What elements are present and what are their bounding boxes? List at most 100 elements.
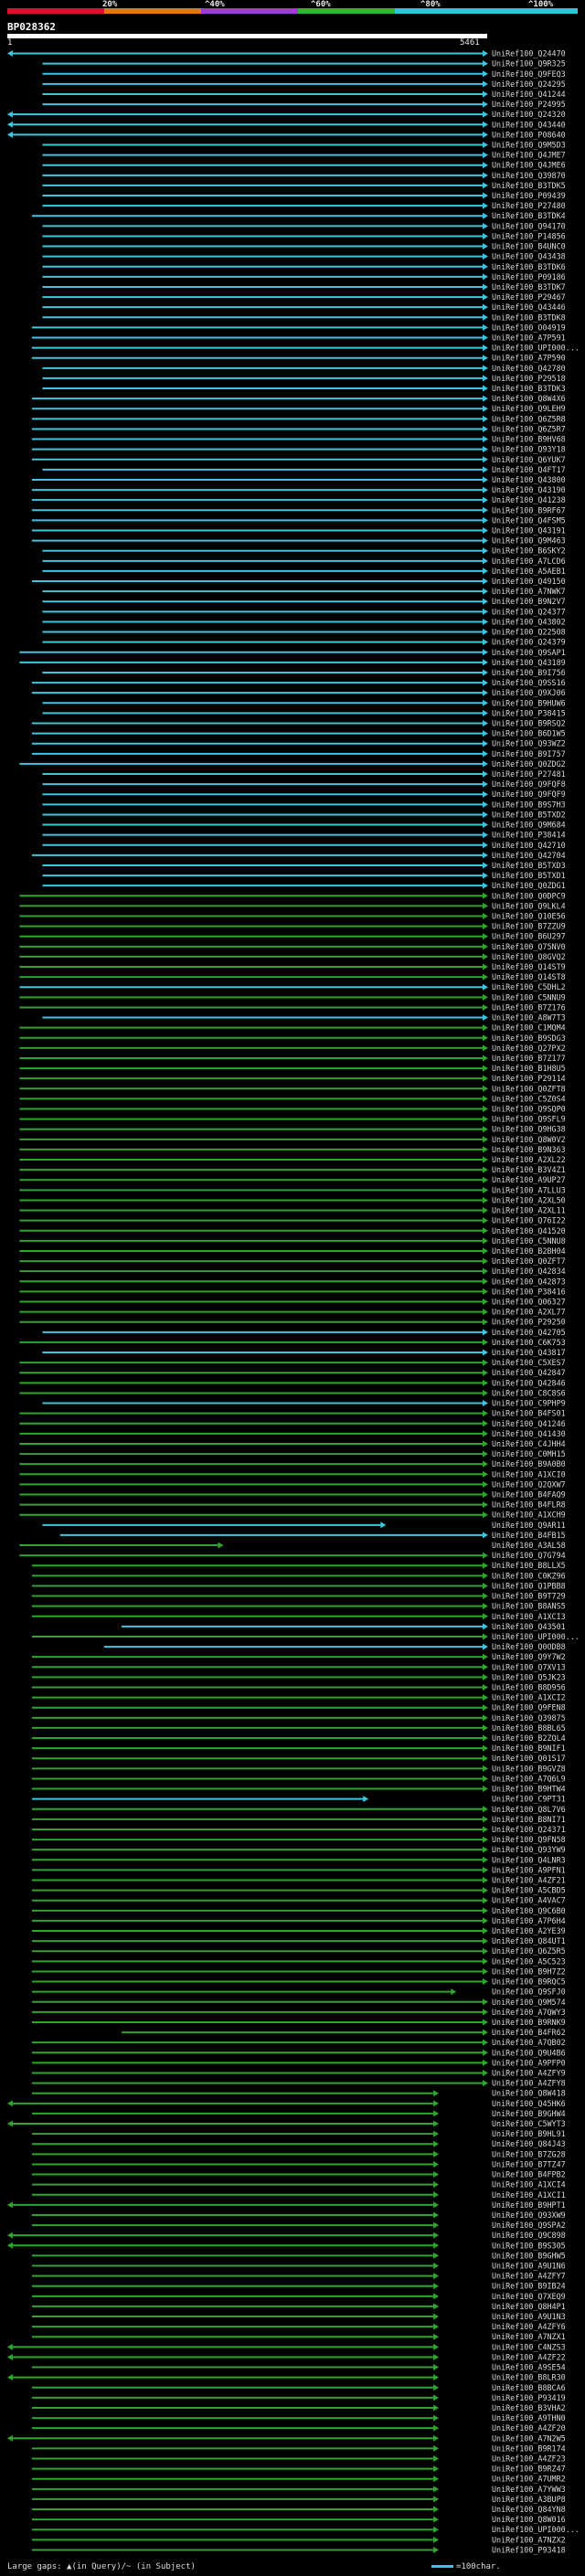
hit-row[interactable]: UniRef100_B3TDK8 (42, 313, 566, 322)
hit-row[interactable]: UniRef100_A2XL11 (19, 1206, 566, 1215)
hit-label[interactable]: UniRef100_A4ZFY7 (492, 2272, 566, 2281)
hit-label[interactable]: UniRef100_A1XCH9 (492, 1511, 566, 1520)
hit-row[interactable]: UniRef100_Q9M684 (42, 821, 566, 830)
hit-row[interactable]: UniRef100_A7N2W5 (6, 2433, 566, 2443)
hit-row[interactable]: UniRef100_A7P591 (31, 334, 566, 343)
hit-row[interactable]: UniRef100_B2ZQL4 (31, 1733, 566, 1743)
hit-label[interactable]: UniRef100_Q43802 (492, 617, 566, 626)
hit-row[interactable]: UniRef100_P38416 (19, 1287, 566, 1296)
hit-label[interactable]: UniRef100_Q43191 (492, 526, 566, 535)
hit-label[interactable]: UniRef100_B4FB15 (492, 1531, 566, 1540)
hit-row[interactable]: UniRef100_Q42834 (19, 1267, 566, 1276)
hit-row[interactable]: UniRef100_A3AL58 (19, 1541, 566, 1550)
hit-row[interactable]: UniRef100_P93419 (31, 2393, 566, 2402)
hit-row[interactable]: UniRef100_B8BCA6 (31, 2383, 566, 2392)
hit-row[interactable]: UniRef100_A9SE54 (31, 2363, 566, 2372)
hit-label[interactable]: UniRef100_B9NIF1 (492, 1744, 566, 1753)
hit-label[interactable]: UniRef100_B7ZG28 (492, 2149, 566, 2158)
hit-label[interactable]: UniRef100_B7ZZU9 (492, 922, 566, 931)
hit-label[interactable]: UniRef100_B3TDK4 (492, 211, 566, 220)
hit-row[interactable]: UniRef100_Q93XW9 (31, 2210, 566, 2220)
hit-row[interactable]: UniRef100_Q24377 (42, 607, 566, 616)
hit-row[interactable]: UniRef100_Q9HG38 (19, 1125, 566, 1134)
hit-label[interactable]: UniRef100_Q22508 (492, 628, 566, 637)
hit-row[interactable]: UniRef100_Q8W4X6 (31, 394, 566, 403)
hit-row[interactable]: UniRef100_Q43189 (19, 658, 566, 667)
hit-row[interactable]: UniRef100_A7NWK7 (42, 587, 566, 596)
hit-label[interactable]: UniRef100_B8ANS5 (492, 1602, 566, 1611)
hit-label[interactable]: UniRef100_Q5JK23 (492, 1672, 566, 1681)
hit-label[interactable]: UniRef100_Q9LKL4 (492, 901, 566, 910)
hit-row[interactable]: UniRef100_Q42704 (31, 851, 566, 860)
hit-row[interactable]: UniRef100_Q94170 (42, 221, 566, 230)
hit-row[interactable]: UniRef100_B9I757 (31, 749, 566, 758)
hit-label[interactable]: UniRef100_Q6YUK7 (492, 455, 566, 464)
hit-row[interactable]: UniRef100_Q9R325 (42, 59, 566, 69)
hit-label[interactable]: UniRef100_B9HPT1 (492, 2200, 566, 2210)
hit-row[interactable]: UniRef100_B3TDK6 (42, 262, 566, 271)
hit-row[interactable]: UniRef100_Q8L7V6 (31, 1805, 566, 1814)
hit-label[interactable]: UniRef100_A8W7T3 (492, 1013, 566, 1023)
hit-row[interactable]: UniRef100_A7P6H4 (31, 1916, 566, 1925)
hit-label[interactable]: UniRef100_Q2QXW7 (492, 1479, 566, 1489)
hit-label[interactable]: UniRef100_A4ZFY9 (492, 2069, 566, 2078)
hit-row[interactable]: UniRef100_B8ANS5 (31, 1602, 566, 1611)
hit-label[interactable]: UniRef100_Q42710 (492, 841, 566, 850)
hit-row[interactable]: UniRef100_A2XL22 (19, 1155, 566, 1164)
hit-row[interactable]: UniRef100_Q8W016 (31, 2515, 566, 2524)
hit-label[interactable]: UniRef100_Q42705 (492, 1328, 566, 1337)
hit-label[interactable]: UniRef100_C5NNU9 (492, 992, 566, 1002)
hit-label[interactable]: UniRef100_P27480 (492, 201, 566, 210)
hit-label[interactable]: UniRef100_A7P590 (492, 354, 566, 363)
hit-row[interactable]: UniRef100_P29250 (19, 1318, 566, 1327)
hit-label[interactable]: UniRef100_B8D956 (492, 1683, 566, 1692)
hit-row[interactable]: UniRef100_Q42847 (19, 1368, 566, 1377)
hit-label[interactable]: UniRef100_B3V4Z1 (492, 1165, 566, 1174)
hit-label[interactable]: UniRef100_A2XL50 (492, 1195, 566, 1204)
hit-label[interactable]: UniRef100_C4NZS3 (492, 2342, 566, 2351)
hit-label[interactable]: UniRef100_Q93WZ2 (492, 739, 566, 748)
hit-row[interactable]: UniRef100_Q4JME7 (42, 151, 566, 160)
hit-label[interactable]: UniRef100_Q4FT17 (492, 465, 566, 474)
hit-label[interactable]: UniRef100_B3TDK7 (492, 282, 566, 292)
hit-row[interactable]: UniRef100_Q01S17 (31, 1754, 566, 1763)
hit-row[interactable]: UniRef100_B4FS01 (19, 1409, 566, 1418)
hit-row[interactable]: UniRef100_P27480 (42, 201, 566, 210)
hit-label[interactable]: UniRef100_Q0ZFT7 (492, 1256, 566, 1266)
hit-label[interactable]: UniRef100_B6D1W5 (492, 729, 566, 738)
hit-row[interactable]: UniRef100_A2YE39 (31, 1926, 566, 1935)
hit-label[interactable]: UniRef100_Q94170 (492, 221, 566, 230)
hit-row[interactable]: UniRef100_Q0ZDG1 (42, 881, 566, 890)
hit-row[interactable]: UniRef100_B9S7H3 (42, 800, 566, 809)
hit-row[interactable]: UniRef100_C5DHL2 (19, 982, 566, 991)
hit-label[interactable]: UniRef100_A4ZF20 (492, 2423, 566, 2433)
hit-label[interactable]: UniRef100_Q01S17 (492, 1754, 566, 1763)
hit-label[interactable]: UniRef100_B2ZQL4 (492, 1733, 566, 1743)
hit-row[interactable]: UniRef100_Q9M5D3 (42, 141, 566, 150)
hit-row[interactable]: UniRef100_B3TDK4 (31, 211, 566, 220)
hit-row[interactable]: UniRef100_Q39875 (31, 1713, 566, 1723)
hit-label[interactable]: UniRef100_A1XCI2 (492, 1693, 566, 1702)
hit-label[interactable]: UniRef100_C5DHL2 (492, 982, 566, 991)
hit-label[interactable]: UniRef100_A7NWK7 (492, 587, 566, 596)
hit-label[interactable]: UniRef100_B8BCA6 (492, 2383, 566, 2392)
hit-label[interactable]: UniRef100_A3AL58 (492, 1541, 566, 1550)
hit-row[interactable]: UniRef100_Q41244 (42, 90, 566, 99)
hit-row[interactable]: UniRef100_Q9SQP0 (19, 1105, 566, 1114)
hit-row[interactable]: UniRef100_P27481 (42, 769, 566, 779)
hit-label[interactable]: UniRef100_Q9AR11 (492, 1521, 566, 1530)
hit-label[interactable]: UniRef100_B9HUW6 (492, 698, 566, 707)
hit-row[interactable]: UniRef100_Q9SAP1 (19, 648, 566, 657)
hit-row[interactable]: UniRef100_B9N2V7 (42, 597, 566, 606)
hit-row[interactable]: UniRef100_UPI000... (31, 2525, 580, 2534)
hit-row[interactable]: UniRef100_A7UMR2 (31, 2475, 566, 2484)
hit-label[interactable]: UniRef100_Q14ST9 (492, 962, 566, 971)
hit-label[interactable]: UniRef100_Q6Z5R8 (492, 414, 566, 423)
hit-label[interactable]: UniRef100_A4ZF21 (492, 1876, 566, 1885)
hit-label[interactable]: UniRef100_A3BUP8 (492, 2495, 566, 2504)
hit-row[interactable]: UniRef100_Q24379 (42, 638, 566, 647)
hit-row[interactable]: UniRef100_Q45HK6 (6, 2099, 566, 2108)
hit-label[interactable]: UniRef100_P38414 (492, 831, 566, 840)
hit-row[interactable]: UniRef100_Q0ZDG2 (19, 759, 566, 769)
hit-row[interactable]: UniRef100_Q9LKL4 (19, 901, 566, 910)
